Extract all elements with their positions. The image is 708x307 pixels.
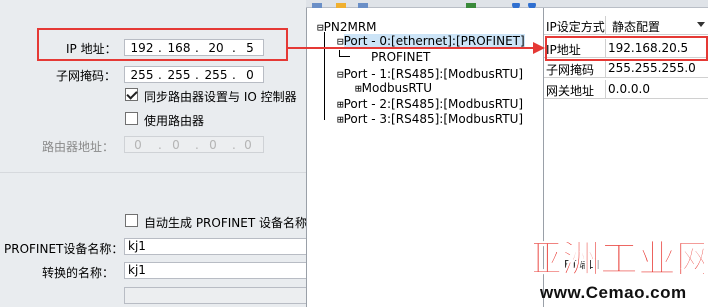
grid-subnet-mask-value[interactable]: 255.255.255.0 xyxy=(608,61,696,75)
tree-root[interactable]: ⊟PN2MRM xyxy=(317,20,377,35)
grid-key: IP设定方式 xyxy=(546,20,605,34)
grid-row-ip-mode[interactable]: IP设定方式 静态配置 xyxy=(544,16,708,35)
grid-gateway-value[interactable]: 0.0.0.0 xyxy=(608,82,650,96)
partial-field xyxy=(124,287,306,304)
highlight-box-ip-grid xyxy=(545,36,708,61)
subnet-dot: . xyxy=(158,68,162,82)
router-octet-4: 0 xyxy=(244,138,252,152)
converted-name-field: kj1 xyxy=(124,262,306,279)
auto-generate-name-checkbox[interactable] xyxy=(125,214,138,227)
tree-item-modbusrtu[interactable]: ⊞ModbusRTU xyxy=(355,81,432,96)
auto-generate-name-label: 自动生成 PROFINET 设备名称 xyxy=(144,216,306,230)
sync-router-label: 同步路由器设置与 IO 控制器 xyxy=(144,90,297,104)
tree-item-profinet[interactable]: PROFINET xyxy=(371,50,430,64)
watermark-url: www.Cemao.com xyxy=(540,283,687,302)
port-tree-panel: ⊟PN2MRM ⊟Port - 0:[ethernet]:[PROFINET] … xyxy=(306,8,543,307)
use-router-label: 使用路由器 xyxy=(144,114,205,128)
tree-item-port-3[interactable]: ⊞Port - 3:[RS485]:[ModbusRTU] xyxy=(337,112,523,127)
router-dot: . xyxy=(195,138,199,152)
subnet-dot: . xyxy=(195,68,199,82)
subnet-octet-1[interactable]: 255 xyxy=(129,68,155,82)
ip-mode-dropdown[interactable]: 静态配置 xyxy=(612,18,660,35)
tree-item-label: Port - 3:[RS485]:[ModbusRTU] xyxy=(343,112,524,126)
watermark-logo-text: 亚洲工业网 xyxy=(534,237,704,281)
watermark-logo: 亚洲工业网 xyxy=(534,237,704,282)
collapse-icon[interactable]: ⊟ xyxy=(317,21,324,34)
highlight-box-ip-left xyxy=(37,28,288,61)
subnet-dot: . xyxy=(232,68,236,82)
grid-row-gateway[interactable]: 网关地址 0.0.0.0 xyxy=(544,80,708,99)
tree-connector xyxy=(324,32,325,120)
grid-key: 网关地址 xyxy=(546,84,595,98)
router-octet-3: 0 xyxy=(209,138,217,152)
router-octet-1: 0 xyxy=(134,138,142,152)
chevron-down-icon[interactable] xyxy=(697,22,705,27)
tree-root-label: PN2MRM xyxy=(323,20,377,34)
tree-item-label: ModbusRTU xyxy=(361,81,432,95)
profinet-device-name-input[interactable]: kj1 xyxy=(124,238,306,255)
tree-item-port-1[interactable]: ⊟Port - 1:[RS485]:[ModbusRTU] xyxy=(337,67,523,82)
collapse-icon[interactable]: ⊟ xyxy=(337,68,344,81)
grid-divider xyxy=(605,59,606,77)
router-address-label: 路由器地址： xyxy=(42,140,115,154)
router-dot: . xyxy=(158,138,162,152)
section-divider xyxy=(0,172,306,173)
tree-item-label: Port - 1:[RS485]:[ModbusRTU] xyxy=(343,67,524,81)
subnet-octet-3[interactable]: 255 xyxy=(203,68,229,82)
subnet-octet-2[interactable]: 255 xyxy=(166,68,192,82)
profinet-device-name-label: PROFINET设备名称： xyxy=(4,242,124,256)
router-octet-2: 0 xyxy=(172,138,180,152)
arrow-right-icon xyxy=(533,42,545,54)
grid-key: 子网掩码 xyxy=(546,63,595,77)
annotation-arrow-line xyxy=(288,47,534,49)
toolbar-strip xyxy=(306,0,708,9)
grid-divider xyxy=(605,16,606,34)
router-address-field: 0 . 0 . 0 . 0 xyxy=(124,136,264,153)
tree-item-label: PROFINET xyxy=(371,50,431,64)
subnet-mask-field[interactable]: 255 . 255 . 255 . 0 xyxy=(124,66,264,83)
expand-icon[interactable]: ⊞ xyxy=(337,113,344,126)
use-router-checkbox[interactable] xyxy=(125,112,138,125)
expand-icon[interactable]: ⊞ xyxy=(337,98,344,111)
subnet-octet-4[interactable]: 0 xyxy=(237,68,263,82)
grid-row-subnet-mask[interactable]: 子网掩码 255.255.255.0 xyxy=(544,59,708,78)
tree-connector xyxy=(340,56,350,57)
grid-divider xyxy=(605,80,606,98)
tree-item-label: Port - 2:[RS485]:[ModbusRTU] xyxy=(343,97,524,111)
sync-router-checkbox[interactable] xyxy=(125,88,138,101)
subnet-mask-label: 子网掩码： xyxy=(56,69,117,83)
tree-item-label: Port - 0:[ethernet]:[PROFINET] xyxy=(343,34,525,48)
expand-icon[interactable]: ⊞ xyxy=(355,82,362,95)
converted-name-label: 转换的名称： xyxy=(42,266,115,280)
tree-item-port-2[interactable]: ⊞Port - 2:[RS485]:[ModbusRTU] xyxy=(337,97,523,112)
